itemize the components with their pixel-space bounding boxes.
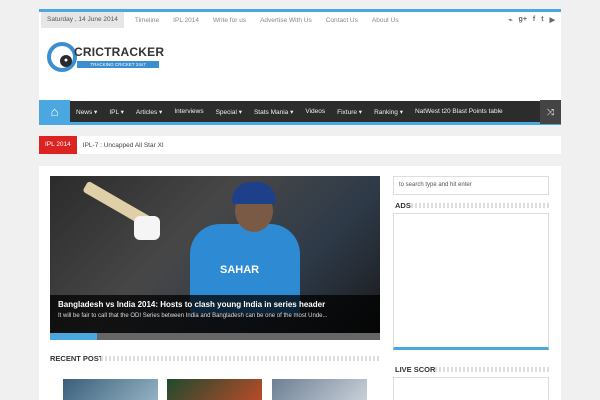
google-plus-icon[interactable]: g+ — [519, 16, 527, 24]
logo-name[interactable]: CRICTRACKER — [74, 45, 164, 59]
slider-caption: Bangladesh vs India 2014: Hosts to clash… — [50, 295, 380, 333]
nav-item-stats-mania[interactable]: Stats Mania ▾ — [248, 108, 299, 116]
nav-item-fixture[interactable]: Fixture ▾ — [331, 108, 368, 116]
live-score-divider — [435, 367, 549, 372]
ads-widget[interactable] — [393, 213, 549, 350]
nav-item-natwest[interactable]: NatWest t20 Blast Points table — [409, 108, 509, 115]
ads-divider — [411, 203, 549, 208]
nav-item-special[interactable]: Special ▾ — [210, 108, 248, 116]
nav-item-videos[interactable]: Videos — [299, 108, 331, 115]
ads-title: ADS — [395, 201, 411, 210]
jersey-text: SAHAR — [220, 264, 260, 276]
top-link-advertise[interactable]: Advertise With Us — [253, 17, 319, 24]
player-helmet-shape — [232, 182, 276, 204]
top-link-contact[interactable]: Contact Us — [319, 17, 365, 24]
news-ticker: IPL 2014 IPL-7 : Uncapped All Star XI — [39, 136, 561, 154]
top-link-write-for-us[interactable]: Write for us — [206, 17, 253, 24]
recent-post-thumb[interactable] — [167, 379, 262, 400]
recent-post-thumb[interactable] — [63, 379, 158, 400]
live-score-widget[interactable] — [393, 377, 549, 400]
twitter-icon[interactable]: t — [541, 16, 543, 24]
slider-title[interactable]: Bangladesh vs India 2014: Hosts to clash… — [58, 300, 372, 309]
recent-posts-divider — [101, 356, 380, 361]
player-glove-shape — [134, 216, 160, 240]
rss-icon[interactable]: ⌁ — [508, 16, 512, 24]
top-bar: Saturday , 14 June 2014 Timeline IPL 201… — [39, 9, 561, 28]
nav-item-ranking[interactable]: Ranking ▾ — [368, 108, 409, 116]
slider-excerpt: It will be fair to call that the ODI Ser… — [58, 313, 328, 319]
social-icons: ⌁ g+ f t ▶ — [508, 16, 561, 24]
home-icon[interactable]: ⌂ — [39, 99, 70, 124]
slider-progress-fill — [50, 333, 97, 340]
main-content: SAHAR Bangladesh vs India 2014: Hosts to… — [39, 166, 561, 400]
shuffle-icon[interactable]: ⤨ — [540, 99, 561, 124]
search-input[interactable]: to search type and hit enter — [393, 176, 549, 195]
nav-item-ipl[interactable]: IPL ▾ — [103, 108, 130, 116]
main-nav: ⌂ News ▾ IPL ▾ Articles ▾ Interviews Spe… — [39, 99, 561, 125]
top-link-about[interactable]: About Us — [365, 17, 406, 24]
ticker-headline[interactable]: IPL-7 : Uncapped All Star XI — [77, 142, 164, 149]
nav-item-news[interactable]: News ▾ — [70, 108, 103, 116]
ticker-label: IPL 2014 — [39, 136, 77, 154]
top-link-ipl-2014[interactable]: IPL 2014 — [166, 17, 206, 24]
date-display: Saturday , 14 June 2014 — [41, 12, 124, 28]
youtube-icon[interactable]: ▶ — [550, 16, 555, 24]
site-header: ● CRICTRACKER TRACKING CRICKET 24x7 — [39, 28, 561, 101]
slider-progress[interactable] — [50, 333, 380, 340]
nav-item-articles[interactable]: Articles ▾ — [130, 108, 168, 116]
featured-slider[interactable]: SAHAR Bangladesh vs India 2014: Hosts to… — [50, 176, 380, 333]
recent-post-thumb[interactable] — [272, 379, 367, 400]
top-link-timeline[interactable]: Timeline — [128, 17, 166, 24]
logo-mark[interactable]: ● — [47, 42, 77, 72]
facebook-icon[interactable]: f — [533, 16, 535, 24]
live-score-title: LIVE SCORE — [395, 365, 441, 374]
nav-item-interviews[interactable]: Interviews — [168, 108, 209, 115]
recent-posts-title: RECENT POSTS — [50, 354, 109, 363]
logo-tagline: TRACKING CRICKET 24x7 — [77, 61, 159, 68]
logo-ball-icon: ● — [60, 55, 72, 67]
